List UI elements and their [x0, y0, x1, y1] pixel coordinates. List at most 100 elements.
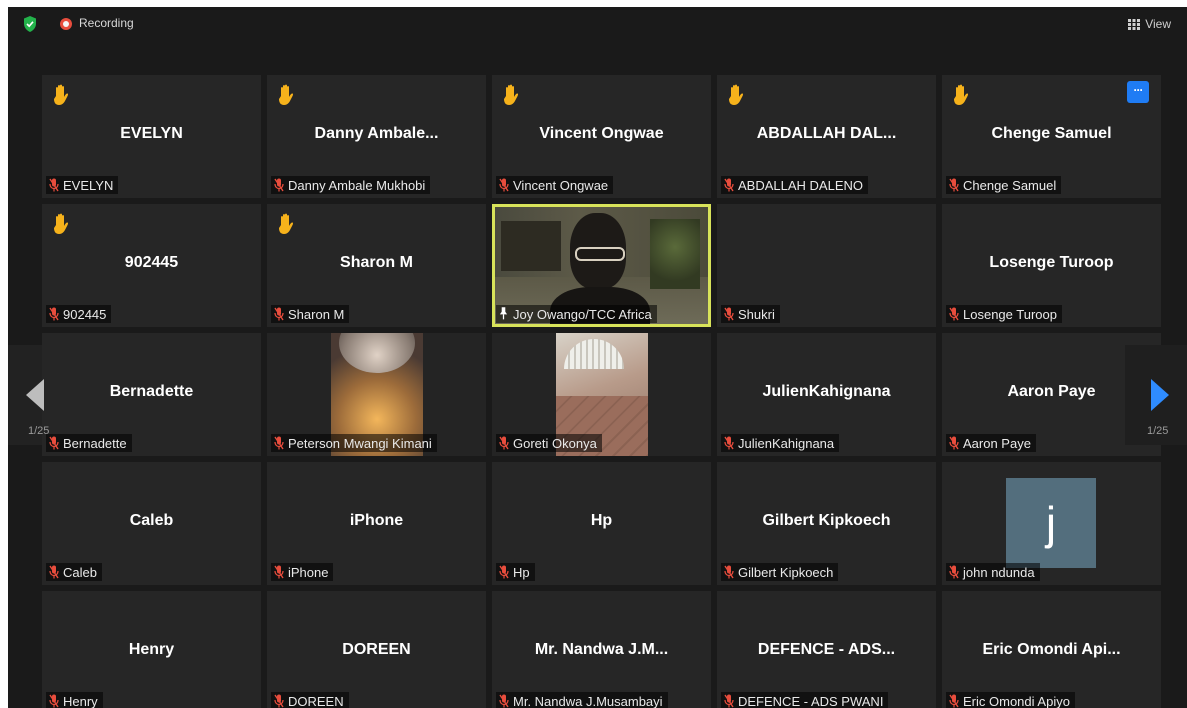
grid-view-icon	[1128, 18, 1141, 30]
recording-icon	[60, 18, 72, 30]
participant-label-text: Aaron Paye	[963, 435, 1031, 451]
participant-tile[interactable]: Henry Henry	[42, 591, 261, 708]
muted-mic-icon	[499, 694, 509, 708]
muted-mic-icon	[49, 694, 59, 708]
muted-mic-icon	[724, 565, 734, 579]
muted-mic-icon	[949, 436, 959, 450]
next-page-arrow-icon[interactable]	[1151, 379, 1169, 411]
zoom-window: Recording View EVELYN EVELYN Danny Ambale.…	[8, 7, 1187, 708]
participant-name-label: Vincent Ongwae	[496, 176, 614, 194]
participant-tile[interactable]: 902445 902445	[42, 204, 261, 327]
participant-tile[interactable]: EVELYN EVELYN	[42, 75, 261, 198]
participant-label-text: Gilbert Kipkoech	[738, 564, 834, 580]
participant-label-text: JulienKahignana	[738, 435, 835, 451]
muted-mic-icon	[274, 565, 284, 579]
participant-tile[interactable]: Shukri	[717, 204, 936, 327]
raised-hand-icon	[500, 83, 522, 107]
muted-mic-icon	[499, 436, 509, 450]
participant-display-name: Danny Ambale...	[314, 125, 439, 142]
muted-mic-icon	[499, 178, 509, 192]
participant-tile[interactable]: Sharon M Sharon M	[267, 204, 486, 327]
participant-tile[interactable]: Bernadette Bernadette	[42, 333, 261, 456]
participant-display-name: Sharon M	[340, 254, 413, 271]
participant-display-name: DOREEN	[342, 641, 411, 658]
muted-mic-icon	[949, 565, 959, 579]
muted-mic-icon	[274, 694, 284, 708]
participant-name-label: DEFENCE - ADS PWANI	[721, 692, 889, 708]
participant-display-name: Hp	[590, 512, 613, 529]
participant-tile[interactable]: Caleb Caleb	[42, 462, 261, 585]
raised-hand-icon	[275, 83, 297, 107]
participant-label-text: Shukri	[738, 306, 775, 322]
participant-tile[interactable]: j john ndunda	[942, 462, 1161, 585]
participant-display-name: Losenge Turoop	[989, 254, 1114, 271]
participant-tile[interactable]: Peterson Mwangi Kimani	[267, 333, 486, 456]
participant-tile[interactable]: Eric Omondi Api... Eric Omondi Apiyo	[942, 591, 1161, 708]
participant-name-label: Caleb	[46, 563, 102, 581]
participant-name-label: Sharon M	[271, 305, 350, 323]
participant-name-label: DOREEN	[271, 692, 349, 708]
participant-tile[interactable]: ABDALLAH DAL... ABDALLAH DALENO	[717, 75, 936, 198]
page-indicator-left: 1/25	[28, 425, 50, 437]
previous-page-arrow-icon[interactable]	[26, 379, 44, 411]
participant-label-text: Joy Owango/TCC Africa	[513, 306, 652, 322]
participant-label-text: ABDALLAH DALENO	[738, 177, 863, 193]
participant-tile[interactable]: DEFENCE - ADS... DEFENCE - ADS PWANI	[717, 591, 936, 708]
participant-tile[interactable]: Vincent Ongwae Vincent Ongwae	[492, 75, 711, 198]
participant-name-label: john ndunda	[946, 563, 1040, 581]
raised-hand-icon	[50, 212, 72, 236]
participant-name-label: Goreti Okonya	[496, 434, 602, 452]
security-shield-icon[interactable]	[22, 15, 38, 33]
participant-display-name: Eric Omondi Api...	[982, 641, 1121, 658]
muted-mic-icon	[724, 178, 734, 192]
participant-tile[interactable]: Danny Ambale... Danny Ambale Mukhobi	[267, 75, 486, 198]
muted-mic-icon	[949, 178, 959, 192]
participant-label-text: Mr. Nandwa J.Musambayi	[513, 693, 663, 708]
participant-label-text: Henry	[63, 693, 98, 708]
participant-tile[interactable]: JulienKahignana JulienKahignana	[717, 333, 936, 456]
participant-tile[interactable]: Losenge Turoop Losenge Turoop	[942, 204, 1161, 327]
participant-tile[interactable]: Chenge Samuel Chenge Samuel	[942, 75, 1161, 198]
participant-label-text: EVELYN	[63, 177, 114, 193]
participant-display-name: JulienKahignana	[762, 383, 891, 400]
muted-mic-icon	[949, 694, 959, 708]
participant-tile[interactable]: Joy Owango/TCC Africa	[492, 204, 711, 327]
participant-tile[interactable]: Gilbert Kipkoech Gilbert Kipkoech	[717, 462, 936, 585]
muted-mic-icon	[274, 178, 284, 192]
participant-label-text: Goreti Okonya	[513, 435, 597, 451]
participant-name-label: iPhone	[271, 563, 334, 581]
participant-gallery-grid: EVELYN EVELYN Danny Ambale... Danny Ambale …	[42, 75, 1161, 708]
muted-mic-icon	[724, 307, 734, 321]
participant-display-name: DEFENCE - ADS...	[757, 641, 896, 658]
participant-name-label: Gilbert Kipkoech	[721, 563, 839, 581]
participant-tile[interactable]: iPhone iPhone	[267, 462, 486, 585]
participant-label-text: DOREEN	[288, 693, 344, 708]
participant-name-label: 902445	[46, 305, 112, 323]
participant-name-label: EVELYN	[46, 176, 119, 194]
participant-tile[interactable]: Hp Hp	[492, 462, 711, 585]
participant-label-text: Losenge Turoop	[963, 306, 1057, 322]
participant-display-name: 902445	[124, 254, 179, 271]
participant-label-text: Sharon M	[288, 306, 345, 322]
participant-display-name: Caleb	[129, 512, 174, 529]
muted-mic-icon	[949, 307, 959, 321]
participant-label-text: Eric Omondi Apiyo	[963, 693, 1070, 708]
participant-name-label: Chenge Samuel	[946, 176, 1062, 194]
view-button[interactable]: View	[1122, 14, 1177, 34]
participant-display-name: Henry	[128, 641, 175, 658]
more-options-button[interactable]	[1127, 81, 1149, 103]
participant-tile[interactable]: Goreti Okonya	[492, 333, 711, 456]
page-indicator-right: 1/25	[1147, 425, 1169, 437]
participant-name-label: JulienKahignana	[721, 434, 840, 452]
participant-label-text: john ndunda	[963, 564, 1035, 580]
participant-tile[interactable]: DOREEN DOREEN	[267, 591, 486, 708]
participant-display-name: EVELYN	[120, 125, 183, 142]
participant-name-label: Mr. Nandwa J.Musambayi	[496, 692, 668, 708]
participant-tile[interactable]: Mr. Nandwa J.M... Mr. Nandwa J.Musambayi	[492, 591, 711, 708]
participant-display-name: ABDALLAH DAL...	[756, 125, 897, 142]
participant-name-label: Joy Owango/TCC Africa	[496, 305, 657, 323]
previous-page-nav: 1/25	[8, 345, 49, 445]
participant-display-name: Bernadette	[109, 383, 194, 400]
muted-mic-icon	[274, 436, 284, 450]
participant-display-name: Vincent Ongwae	[539, 125, 664, 142]
